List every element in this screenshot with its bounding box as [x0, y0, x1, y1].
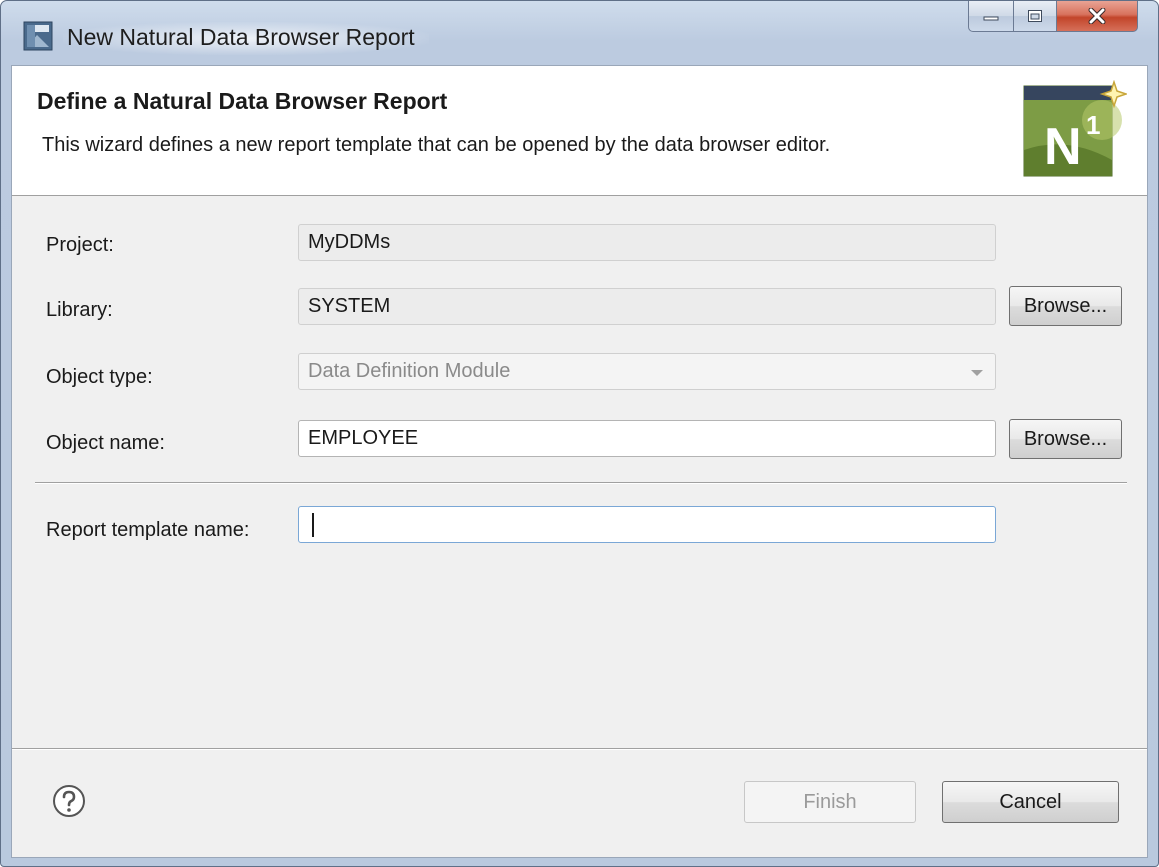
object-name-label: Object name: [46, 432, 165, 454]
object-name-field[interactable]: EMPLOYEE [298, 420, 996, 457]
title-bar[interactable]: New Natural Data Browser Report [1, 1, 1158, 65]
library-label: Library: [46, 299, 113, 321]
close-icon [1088, 8, 1106, 24]
object-type-label: Object type: [46, 366, 153, 388]
report-template-name-field[interactable] [298, 506, 996, 543]
dialog-client-area: Define a Natural Data Browser Report Thi… [11, 65, 1148, 858]
app-icon [23, 21, 53, 51]
project-label: Project: [46, 234, 114, 256]
window-controls [968, 1, 1138, 32]
footer-separator [12, 748, 1147, 750]
form-separator [35, 482, 1127, 484]
chevron-down-icon [971, 370, 983, 376]
object-type-select: Data Definition Module [298, 353, 996, 390]
natural-wizard-icon: N 1 [1023, 80, 1127, 177]
object-name-browse-button[interactable]: Browse... [1009, 419, 1122, 459]
library-browse-button[interactable]: Browse... [1009, 286, 1122, 326]
minimize-button[interactable] [968, 1, 1014, 32]
help-icon[interactable] [52, 784, 86, 818]
wizard-title: Define a Natural Data Browser Report [37, 88, 448, 114]
window-title: New Natural Data Browser Report [63, 22, 429, 55]
wizard-icon-letter: N [1044, 118, 1082, 176]
maximize-button[interactable] [1014, 1, 1057, 32]
finish-button[interactable]: Finish [744, 781, 916, 823]
text-caret [312, 513, 314, 537]
object-type-value: Data Definition Module [308, 360, 511, 382]
maximize-icon [1028, 10, 1042, 22]
report-template-label: Report template name: [46, 519, 250, 541]
project-field: MyDDMs [298, 224, 996, 261]
wizard-icon-superscript: 1 [1086, 110, 1100, 140]
wizard-description: This wizard defines a new report templat… [42, 134, 831, 156]
cancel-button[interactable]: Cancel [942, 781, 1119, 823]
library-field: SYSTEM [298, 288, 996, 325]
minimize-icon [983, 16, 999, 21]
close-button[interactable] [1057, 1, 1138, 32]
wizard-header: Define a Natural Data Browser Report Thi… [12, 66, 1147, 196]
dialog-window: New Natural Data Browser Report Define a… [0, 0, 1159, 867]
